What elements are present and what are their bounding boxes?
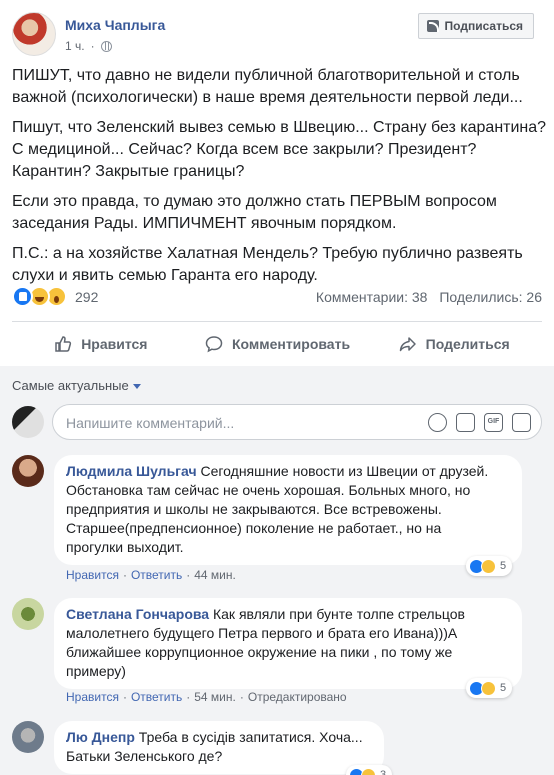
comment-reply-link[interactable]: Ответить	[131, 568, 182, 582]
dot-separator: ·	[122, 568, 127, 582]
author-avatar[interactable]	[12, 12, 56, 56]
author-name[interactable]: Миха Чаплыга	[65, 17, 165, 33]
post-paragraph: П.С.: а на хозяйстве Халатная Мендель? Т…	[12, 245, 523, 284]
post-body: ПИШУТ, что давно не видели публичной бла…	[12, 65, 552, 295]
comment-text-line: предприятия и школы не закрываются. Все …	[66, 501, 442, 517]
comment-input[interactable]: Напишите комментарий... GIF	[52, 404, 542, 440]
comment-reactions-count: 5	[500, 682, 507, 694]
sad-reaction-icon	[481, 558, 496, 574]
subscribe-button[interactable]: Подписаться	[417, 13, 534, 39]
comment-icon	[205, 336, 223, 353]
post-paragraph: Если это правда, то думаю это должно ста…	[12, 193, 497, 232]
comment-author[interactable]: Лю Днепр	[66, 729, 135, 745]
like-reaction-icon[interactable]	[12, 286, 33, 307]
comment-text-line: Старшее(предпенсионное) поколение не раб…	[66, 520, 442, 536]
comment-bubble: Светлана Гончарова Как являли при бунте …	[54, 598, 522, 689]
dot-separator: ·	[122, 690, 127, 704]
camera-icon[interactable]	[456, 413, 475, 432]
thumbs-up-icon	[55, 336, 72, 352]
comment-author[interactable]: Людмила Шульгач	[66, 463, 197, 479]
comments-sort-dropdown[interactable]: Самые актуальные	[12, 378, 141, 393]
comment-text-line: Обстановка там сейчас не очень хорошая. …	[66, 482, 471, 498]
comment-reactions[interactable]: 3	[346, 765, 393, 775]
reactions-count[interactable]: 292	[75, 289, 98, 305]
comment-actions: Нравится · Ответить · 54 мин. · Отредакт…	[66, 690, 347, 704]
like-label: Нравится	[81, 336, 148, 352]
comment-like-link[interactable]: Нравится	[66, 568, 119, 582]
comment-text-line: Батьки Зеленського де?	[66, 748, 223, 764]
comment-reply-link[interactable]: Ответить	[131, 690, 182, 704]
dot-separator: ·	[239, 690, 244, 704]
comment-bubble: Лю Днепр Треба в сусідів запитатися. Хоч…	[54, 721, 384, 774]
comment-text-line: примеру)	[66, 663, 126, 679]
commenter-avatar[interactable]	[12, 598, 44, 630]
comment-author[interactable]: Светлана Гончарова	[66, 606, 209, 622]
comment-actions: Нравится · Ответить · 44 мин.	[66, 568, 236, 582]
dot-separator: ·	[186, 690, 191, 704]
post-actions: Нравится Комментировать Поделиться	[12, 322, 542, 366]
comment-text-line: Как являли при бунте толпе стрельцов	[212, 606, 465, 622]
rss-icon	[426, 20, 439, 32]
comment-label: Комментировать	[231, 336, 351, 352]
comment-reactions-count: 3	[380, 769, 387, 775]
globe-icon[interactable]	[100, 40, 112, 52]
commenter-avatar[interactable]	[12, 455, 44, 487]
caret-down-icon	[132, 384, 141, 390]
shares-count[interactable]: Поделились: 26	[439, 289, 542, 305]
share-button[interactable]: Поделиться	[365, 322, 542, 366]
comment-text-line: Треба в сусідів запитатися. Хоча...	[138, 729, 363, 745]
comment-reactions[interactable]: 5	[466, 556, 513, 576]
sort-label: Самые актуальные	[12, 378, 129, 393]
comment-reactions-count: 5	[500, 560, 507, 572]
commenter-avatar[interactable]	[12, 721, 44, 753]
emoji-icon[interactable]	[428, 413, 447, 432]
dot-separator: ·	[186, 568, 191, 582]
comment-time[interactable]: 54 мин.	[194, 690, 236, 704]
post-paragraph: Пишут, что Зеленский вывез семью в Швеци…	[12, 119, 547, 180]
post-time[interactable]: 1 ч.	[65, 39, 85, 53]
comment-like-link[interactable]: Нравится	[66, 690, 119, 704]
gif-icon[interactable]: GIF	[484, 413, 503, 432]
comment-edited-label[interactable]: Отредактировано	[248, 690, 347, 704]
comment-text-line: ближайшее коррупционное окружение на пик…	[66, 644, 453, 660]
comment-text-line: прогулки выходит.	[66, 539, 184, 555]
post-paragraph: ПИШУТ, что давно не видели публичной бла…	[12, 67, 523, 106]
comment-bubble: Людмила Шульгач Сегодняшние новости из Ш…	[54, 455, 522, 565]
meta-separator: ·	[90, 39, 95, 53]
like-button[interactable]: Нравится	[12, 322, 189, 366]
current-user-avatar	[12, 406, 44, 438]
comment-text-line: Сегодняшние новости из Швеции от друзей.	[200, 463, 489, 479]
comments-count[interactable]: Комментарии: 38	[316, 289, 428, 305]
sticker-icon[interactable]	[512, 413, 531, 432]
subscribe-label: Подписаться	[444, 19, 523, 33]
post-header: Миха Чаплыга 1 ч. · Подписаться	[12, 12, 544, 60]
comment-button[interactable]: Комментировать	[189, 322, 366, 366]
input-icons: GIF	[428, 413, 531, 432]
sad-reaction-icon	[361, 767, 376, 775]
wow-reaction-icon	[481, 680, 496, 696]
comment-input-placeholder: Напишите комментарий...	[66, 415, 235, 431]
reactions-bar: 292 Комментарии: 38 Поделились: 26	[12, 286, 544, 310]
post-meta: 1 ч. ·	[65, 39, 112, 53]
comment-reactions[interactable]: 5	[466, 678, 513, 698]
share-label: Поделиться	[425, 336, 510, 352]
comments-section: Самые актуальные Напишите комментарий...…	[0, 366, 554, 775]
share-icon	[399, 337, 416, 352]
comment-time[interactable]: 44 мин.	[194, 568, 236, 582]
post-stats: Комментарии: 38 Поделились: 26	[308, 289, 542, 305]
comment-text-line: малолетнего будущего Петра первого и бра…	[66, 625, 458, 641]
